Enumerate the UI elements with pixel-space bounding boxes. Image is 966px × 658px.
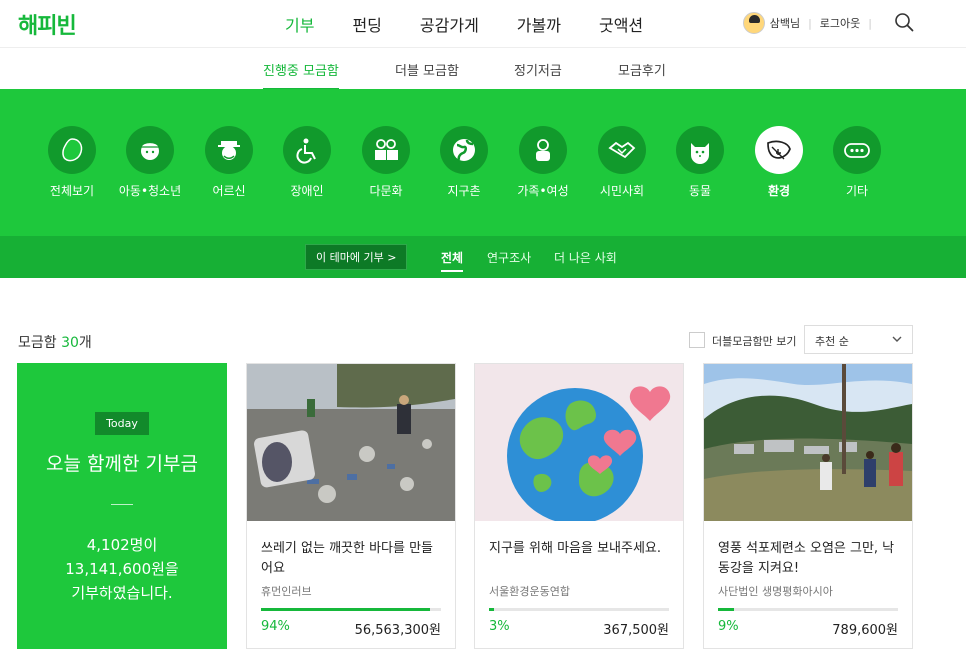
- progress-fill: [489, 608, 495, 611]
- tab-double[interactable]: 더블 모금함: [395, 60, 459, 79]
- category-civil[interactable]: 시민사회: [582, 126, 662, 199]
- category-band: 전체보기 아동•청소년 어르신 장애인 다문화 지구촌 가족•여성 시민사회 동…: [0, 89, 966, 236]
- nav-donate[interactable]: 기부: [285, 12, 314, 36]
- main-nav: 기부 펀딩 공감가게 가볼까 굿액션: [285, 12, 681, 36]
- filter-band: 이 테마에 기부 > 전체 연구조사 더 나은 사회: [0, 236, 966, 278]
- user-name[interactable]: 삼백님: [770, 15, 800, 31]
- category-global[interactable]: 지구촌: [424, 126, 504, 199]
- campaign-image: [704, 364, 912, 521]
- elder-icon: [218, 141, 240, 160]
- theme-donate-button[interactable]: 이 테마에 기부 >: [305, 244, 408, 270]
- progress-percent: 94%: [261, 619, 290, 634]
- raised-amount: 367,500원: [603, 623, 669, 638]
- today-title: 오늘 함께한 기부금: [46, 453, 198, 475]
- campaign-title[interactable]: 쓰레기 없는 깨끗한 바다를 만들어요: [261, 539, 443, 579]
- search-icon[interactable]: [894, 12, 914, 32]
- campaign-count: 모금함 30개: [18, 335, 92, 351]
- top-bar: 해피빈 기부 펀딩 공감가게 가볼까 굿액션 삼백님 | 로그아웃 |: [0, 0, 966, 48]
- category-disability[interactable]: 장애인: [267, 126, 347, 199]
- filter-research[interactable]: 연구조사: [487, 249, 531, 266]
- family-icon: [536, 139, 550, 161]
- progress-bar: [261, 608, 441, 611]
- campaign-title[interactable]: 지구를 위해 마음을 보내주세요.: [489, 539, 671, 559]
- progress-fill: [261, 608, 431, 611]
- people-icon: [375, 139, 398, 160]
- double-only-checkbox[interactable]: [689, 332, 705, 348]
- globe-icon: [453, 139, 475, 161]
- tab-reviews[interactable]: 모금후기: [618, 60, 666, 79]
- filter-better-society[interactable]: 더 나은 사회: [554, 249, 617, 266]
- logo[interactable]: 해피빈: [18, 8, 77, 40]
- nav-visit[interactable]: 가볼까: [517, 12, 561, 36]
- child-icon: [140, 141, 160, 160]
- bean-icon: [62, 138, 83, 162]
- sub-nav: 진행중 모금함 더블 모금함 정기저금 모금후기: [0, 48, 966, 90]
- category-elderly[interactable]: 어르신: [189, 126, 269, 199]
- campaign-org: 서울환경운동연합: [489, 585, 570, 598]
- divider: [111, 504, 133, 505]
- progress-bar: [489, 608, 669, 611]
- tab-regular[interactable]: 정기저금: [514, 60, 562, 79]
- wheelchair-icon: [296, 138, 316, 164]
- nav-shop[interactable]: 공감가게: [420, 12, 479, 36]
- raised-amount: 789,600원: [832, 623, 898, 638]
- campaign-org: 사단법인 생명평화아시아: [718, 585, 833, 598]
- progress-bar: [718, 608, 898, 611]
- campaign-title[interactable]: 영풍 석포제련소 오염은 그만, 낙동강을 지켜요!: [718, 539, 900, 579]
- filter-all[interactable]: 전체: [441, 249, 464, 272]
- category-animal[interactable]: 동물: [660, 126, 740, 199]
- animal-icon: [691, 143, 709, 164]
- campaign-card[interactable]: 지구를 위해 마음을 보내주세요. 서울환경운동연합 3% 367,500원: [474, 363, 684, 649]
- category-children[interactable]: 아동•청소년: [110, 126, 190, 199]
- user-area: 삼백님 | 로그아웃 |: [742, 12, 880, 34]
- more-icon: [844, 143, 870, 158]
- logout-link[interactable]: 로그아웃: [820, 15, 860, 31]
- progress-percent: 9%: [718, 619, 739, 634]
- today-summary: 4,102명이 13,141,600원을 기부하였습니다.: [65, 536, 179, 602]
- double-only-label[interactable]: 더블모금함만 보기: [712, 333, 796, 349]
- tab-ongoing[interactable]: 진행중 모금함: [263, 60, 339, 90]
- today-tag: Today: [95, 412, 149, 435]
- avatar[interactable]: [742, 12, 765, 34]
- campaign-image: [247, 364, 455, 521]
- nav-funding[interactable]: 펀딩: [352, 12, 381, 36]
- campaign-card[interactable]: 쓰레기 없는 깨끗한 바다를 만들어요 휴먼인러브 94% 56,563,300…: [246, 363, 456, 649]
- handshake-icon: [608, 141, 636, 159]
- progress-fill: [718, 608, 735, 611]
- progress-percent: 3%: [489, 619, 510, 634]
- divider: |: [868, 16, 872, 30]
- category-all[interactable]: 전체보기: [32, 126, 112, 199]
- today-donation-card: Today 오늘 함께한 기부금 4,102명이 13,141,600원을 기부…: [17, 363, 227, 649]
- campaign-card[interactable]: 영풍 석포제련소 오염은 그만, 낙동강을 지켜요! 사단법인 생명평화아시아 …: [703, 363, 913, 649]
- campaign-org: 휴먼인러브: [261, 585, 312, 598]
- campaign-image: [475, 364, 683, 521]
- divider: |: [808, 16, 812, 30]
- sort-value: 추천 순: [815, 335, 849, 348]
- nav-good-action[interactable]: 굿액션: [599, 12, 643, 36]
- category-multicultural[interactable]: 다문화: [346, 126, 426, 199]
- raised-amount: 56,563,300원: [354, 623, 441, 638]
- leaf-icon: [767, 140, 791, 160]
- sort-select[interactable]: 추천 순: [804, 325, 913, 354]
- chevron-down-icon: [892, 336, 902, 342]
- category-family[interactable]: 가족•여성: [503, 126, 583, 199]
- category-environment[interactable]: 환경: [739, 126, 819, 199]
- category-etc[interactable]: 기타: [817, 126, 897, 199]
